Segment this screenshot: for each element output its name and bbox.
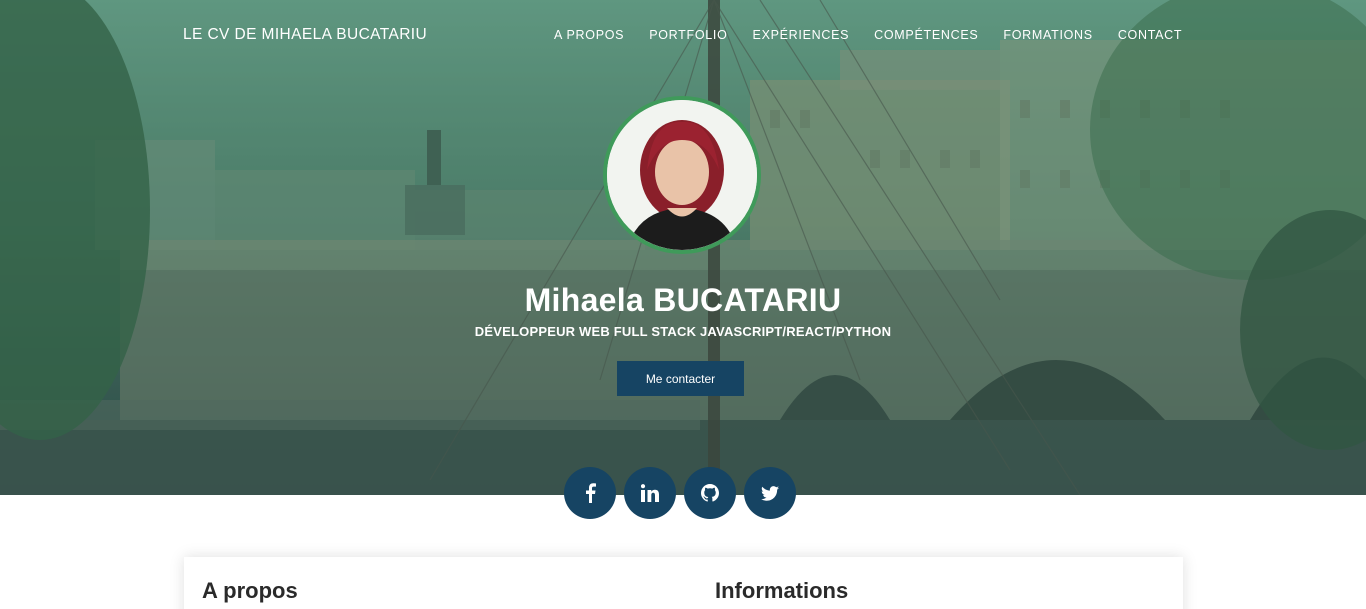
linkedin-link[interactable] [624,467,676,519]
about-title: A propos [202,578,298,603]
facebook-link[interactable] [564,467,616,519]
nav-competences[interactable]: COMPÉTENCES [874,28,978,42]
facebook-icon [586,483,596,503]
twitter-link[interactable] [744,467,796,519]
nav-formations[interactable]: FORMATIONS [1003,28,1092,42]
linkedin-icon [641,484,659,502]
hero-subtitle: DÉVELOPPEUR WEB FULL STACK JAVASCRIPT/RE… [474,324,892,339]
twitter-icon [761,485,779,501]
info-title: Informations [715,578,849,603]
nav-a-propos[interactable]: A PROPOS [554,28,624,42]
hero-banner: LE CV DE MIHAELA BUCATARIU A PROPOS PORT… [0,0,1366,495]
github-link[interactable] [684,467,736,519]
contact-me-button[interactable]: Me contacter [617,361,744,396]
hero-name: Mihaela BUCATARIU [524,282,842,318]
nav-contact[interactable]: CONTACT [1118,28,1182,42]
site-brand[interactable]: LE CV DE MIHAELA BUCATARIU [183,26,427,44]
nav-portfolio[interactable]: PORTFOLIO [649,28,727,42]
about-card: A propos Informations [184,557,1183,609]
social-links [564,467,796,519]
profile-avatar [603,96,761,254]
github-icon [701,484,719,502]
main-navigation: A PROPOS PORTFOLIO EXPÉRIENCES COMPÉTENC… [554,28,1182,42]
nav-experiences[interactable]: EXPÉRIENCES [753,28,850,42]
